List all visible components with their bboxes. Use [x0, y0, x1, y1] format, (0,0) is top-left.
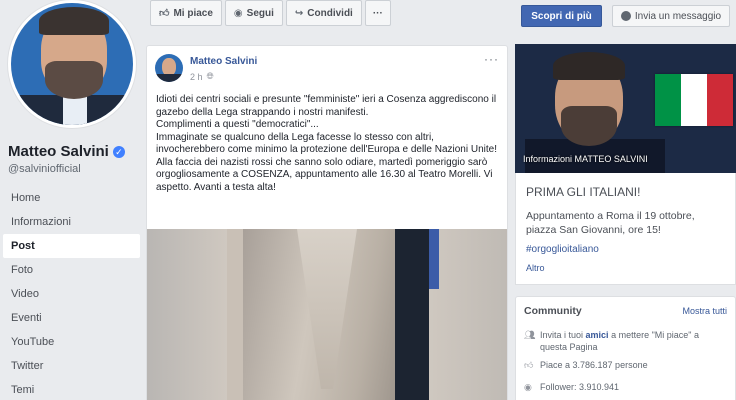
- italian-flag: [655, 74, 733, 126]
- post-image-dark-area: [395, 229, 429, 400]
- flag-green-stripe: [655, 74, 681, 126]
- profile-picture-beard: [45, 61, 103, 99]
- page-handle[interactable]: @salviniofficial: [8, 163, 81, 175]
- info-hashtag-link[interactable]: #orgoglioitaliano: [526, 244, 599, 255]
- learn-more-button[interactable]: Scopri di più: [521, 5, 602, 27]
- flag-white-stripe: [681, 74, 707, 126]
- post-paragraph: Idioti dei centri sociali e presunte "fe…: [156, 94, 497, 118]
- rss-icon: ◉: [524, 382, 532, 392]
- page-info-card: PRIMA GLI ITALIANI! Appuntamento a Roma …: [515, 173, 736, 285]
- cover-caption: Informazioni MATTEO SALVINI: [523, 154, 648, 164]
- community-likes-row: 👍︎ Piace a 3.786.187 persone: [524, 359, 648, 371]
- post-options-button[interactable]: ···: [484, 52, 499, 66]
- post-paragraph: Alla faccia dei nazisti rossi che sanno …: [156, 156, 493, 193]
- community-card: Community Mostra tutti 👥︎ Invita i tuoi …: [515, 296, 736, 400]
- share-page-button[interactable]: ↪ Condividi: [285, 0, 362, 26]
- page-name-row: Matteo Salvini ✓: [8, 143, 125, 160]
- post-body: Idioti dei centri sociali e presunte "fe…: [156, 94, 504, 194]
- invite-friends-icon: 👥︎: [524, 330, 536, 340]
- profile-picture-shirt: [63, 95, 87, 125]
- nav-item-informazioni[interactable]: Informazioni: [3, 210, 140, 234]
- community-followers-count: Follower: 3.910.941: [540, 382, 620, 392]
- post-image[interactable]: [147, 229, 507, 400]
- info-body: Appuntamento a Roma il 19 ottobre, piazz…: [526, 210, 695, 236]
- profile-picture[interactable]: [8, 0, 136, 128]
- like-page-button[interactable]: 👍︎ Mi piace: [150, 0, 222, 26]
- send-message-label: Invia un messaggio: [634, 10, 722, 22]
- nav-item-post[interactable]: Post: [3, 234, 140, 258]
- post-image-blue-area: [429, 229, 439, 289]
- page-action-bar: 👍︎ Mi piace ◉ Segui ↪ Condividi ···: [150, 0, 391, 26]
- rss-icon: ◉: [233, 7, 243, 19]
- nav-item-home[interactable]: Home: [3, 186, 140, 210]
- invite-friends-link[interactable]: amici: [586, 330, 609, 340]
- profile-picture-hair: [39, 7, 109, 35]
- nav-item-twitter[interactable]: Twitter: [3, 354, 140, 378]
- invite-prefix: Invita i tuoi: [540, 330, 584, 340]
- page-more-button[interactable]: ···: [364, 0, 391, 26]
- cover-hair: [553, 52, 625, 80]
- follow-page-button[interactable]: ◉ Segui: [224, 0, 283, 26]
- post-timestamp-row: 2 h 🌐︎: [190, 71, 214, 82]
- community-title: Community: [524, 305, 582, 317]
- nav-item-video[interactable]: Video: [3, 282, 140, 306]
- post-author-avatar[interactable]: [155, 54, 183, 82]
- send-message-button[interactable]: Invia un messaggio: [612, 5, 730, 27]
- community-invite-row: 👥︎ Invita i tuoi amici a mettere "Mi pia…: [524, 329, 724, 353]
- community-likes-count: Piace a 3.786.187 persone: [540, 360, 648, 370]
- cover-photo[interactable]: Informazioni MATTEO SALVINI: [515, 44, 736, 173]
- community-followers-row: ◉ Follower: 3.910.941: [524, 381, 619, 393]
- post-image-blur-right: [429, 229, 507, 400]
- post-timestamp[interactable]: 2 h: [190, 72, 203, 82]
- community-invite-text: Invita i tuoi amici a mettere "Mi piace"…: [540, 329, 724, 353]
- share-page-label: Condividi: [307, 7, 353, 19]
- cover-beard: [561, 106, 617, 146]
- post-author-name[interactable]: Matteo Salvini: [190, 56, 257, 67]
- globe-icon: 🌐︎: [206, 71, 214, 81]
- like-page-label: Mi piace: [173, 7, 213, 19]
- nav-item-foto[interactable]: Foto: [3, 258, 140, 282]
- page-name[interactable]: Matteo Salvini: [8, 143, 109, 160]
- follow-page-label: Segui: [246, 7, 274, 19]
- nav-item-youtube[interactable]: YouTube: [3, 330, 140, 354]
- share-arrow-icon: ↪: [294, 7, 304, 19]
- info-more-link[interactable]: Altro: [526, 263, 545, 273]
- verified-badge-icon: ✓: [112, 145, 125, 158]
- flag-red-stripe: [707, 74, 733, 126]
- thumbs-up-icon: 👍︎: [524, 360, 534, 370]
- community-see-all-link[interactable]: Mostra tutti: [682, 306, 727, 316]
- post-paragraph: Immaginate se qualcuno della Lega facess…: [156, 131, 497, 156]
- post-card: Matteo Salvini 2 h 🌐︎ ··· Idioti dei cen…: [146, 45, 508, 400]
- thumbs-up-icon: 👍︎: [159, 8, 170, 19]
- page-side-nav: Home Informazioni Post Foto Video Eventi…: [3, 186, 140, 400]
- nav-item-eventi[interactable]: Eventi: [3, 306, 140, 330]
- post-image-blur-left: [147, 229, 227, 400]
- messenger-icon: [620, 11, 631, 21]
- info-title: PRIMA GLI ITALIANI!: [526, 185, 641, 199]
- post-paragraph: Complimenti a questi "democratici"...: [156, 119, 319, 130]
- nav-item-temi[interactable]: Temi: [3, 378, 140, 400]
- avatar-suit: [155, 74, 183, 82]
